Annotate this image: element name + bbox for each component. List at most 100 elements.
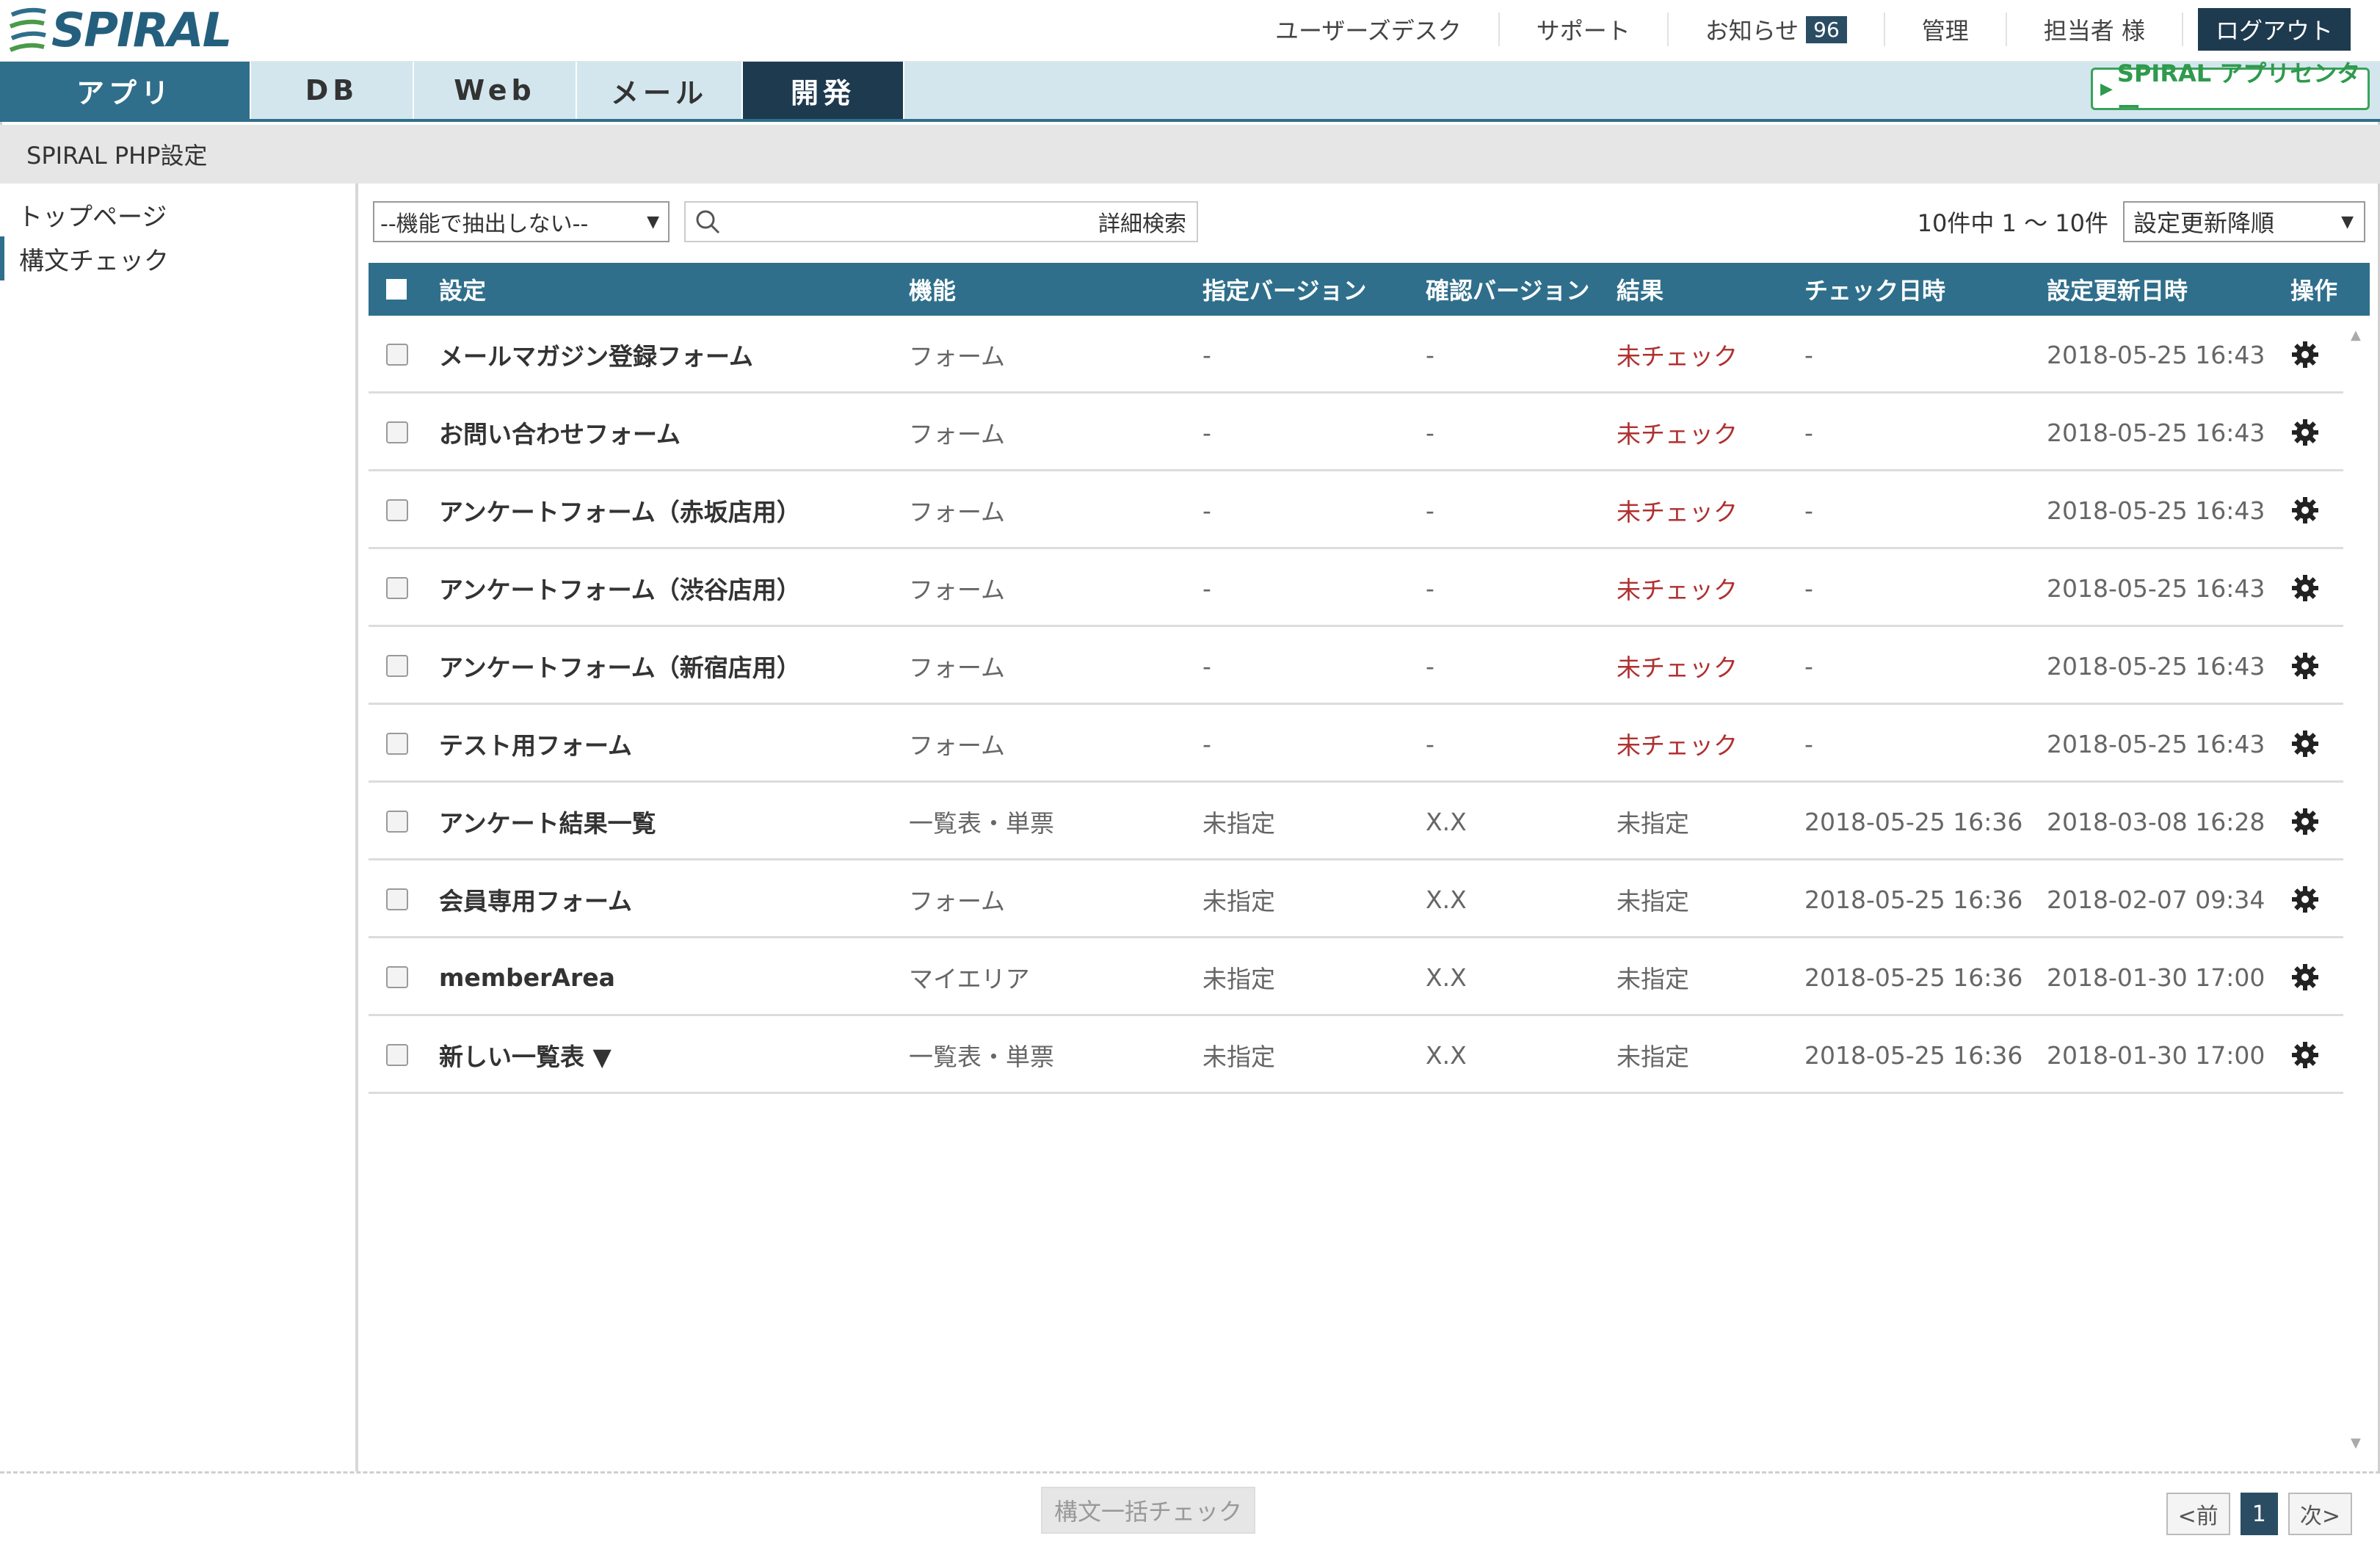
scroll-down-icon[interactable]: ▼: [2351, 1435, 2361, 1451]
function-cell: 一覧表・単票: [909, 1043, 1054, 1071]
top-nav: ユーザーズデスク サポート お知らせ 96 管理 担当者 様 ログアウト: [1238, 0, 2351, 59]
table-row[interactable]: アンケートフォーム（赤坂店用） フォーム - - 未チェック - 2018-05-25 16…: [369, 471, 2343, 549]
setting-name[interactable]: アンケートフォーム（渋谷店用）: [439, 549, 801, 627]
setting-name[interactable]: アンケートフォーム（新宿店用）: [439, 627, 801, 705]
gear-icon[interactable]: [2290, 938, 2320, 1016]
bulk-syntax-check-button[interactable]: 構文一括チェック: [1041, 1487, 1255, 1534]
app-center-button[interactable]: ▶ SPIRAL アプリセンター: [2091, 59, 2370, 121]
row-checkbox[interactable]: [386, 421, 408, 443]
gear-icon[interactable]: [2290, 549, 2320, 627]
header-result[interactable]: 結果: [1617, 263, 1664, 316]
table-row[interactable]: memberArea マイエリア 未指定 X.X 未指定 2018-05-25 16:36…: [369, 938, 2343, 1016]
row-checkbox[interactable]: [386, 655, 408, 677]
header-checked-at[interactable]: チェック日時: [1804, 263, 1945, 316]
tab-dev[interactable]: 開発: [743, 62, 904, 119]
table-row[interactable]: テスト用フォーム フォーム - - 未チェック - 2018-05-25 16:43: [369, 705, 2343, 783]
checked-at-cell: 2018-05-25 16:36: [1804, 807, 2023, 836]
setting-name[interactable]: 会員専用フォーム: [439, 860, 632, 938]
next-page-button[interactable]: 次>: [2288, 1493, 2352, 1535]
gear-icon[interactable]: [2290, 627, 2320, 705]
gear-icon[interactable]: [2290, 1016, 2320, 1094]
updated-at-cell: 2018-01-30 17:00: [2047, 1040, 2265, 1070]
top-header: SPIRAL ユーザーズデスク サポート お知らせ 96 管理 担当者 様 ログ…: [0, 0, 2380, 62]
updated-at-cell: 2018-05-25 16:43: [2047, 496, 2265, 525]
settings-table: 設定 機能 指定バージョン 確認バージョン 結果 チェック日時 設定更新日時 操…: [369, 263, 2370, 1460]
setting-name[interactable]: memberArea: [439, 938, 615, 1016]
setting-name[interactable]: アンケートフォーム（赤坂店用）: [439, 471, 801, 549]
header-specified-version[interactable]: 指定バージョン: [1202, 263, 1366, 316]
result-cell: 未チェック: [1617, 731, 1738, 760]
table-row[interactable]: 新しい一覧表 ▼ 一覧表・単票 未指定 X.X 未指定 2018-05-25 16:36 2…: [369, 1016, 2343, 1094]
header-confirmed-version[interactable]: 確認バージョン: [1426, 263, 1589, 316]
select-all-checkbox[interactable]: [386, 279, 407, 300]
checked-at-cell: -: [1804, 340, 1813, 369]
detail-search-link[interactable]: 詳細検索: [1098, 206, 1186, 238]
checked-at-cell: -: [1804, 418, 1813, 447]
setting-name[interactable]: アンケート結果一覧: [439, 783, 656, 860]
chevron-down-icon: ▼: [647, 212, 659, 231]
confirmed-version-cell: -: [1426, 496, 1434, 525]
sidebar-item-top-page[interactable]: トップページ: [0, 192, 355, 236]
prev-page-button[interactable]: <前: [2166, 1493, 2230, 1535]
result-cell: 未指定: [1617, 965, 1689, 993]
gear-icon[interactable]: [2290, 860, 2320, 938]
admin-link[interactable]: 管理: [1885, 12, 2007, 46]
header-updated-at[interactable]: 設定更新日時: [2047, 263, 2188, 316]
setting-name[interactable]: お問い合わせフォーム: [439, 394, 681, 471]
search-box[interactable]: 詳細検索: [684, 201, 1198, 242]
notifications-link[interactable]: お知らせ 96: [1669, 12, 1885, 46]
user-desk-link[interactable]: ユーザーズデスク: [1238, 12, 1500, 46]
gear-icon[interactable]: [2290, 783, 2320, 860]
support-link[interactable]: サポート: [1500, 12, 1669, 46]
result-count: 10件中 1 ～ 10件: [1917, 209, 2108, 237]
updated-at-cell: 2018-05-25 16:43: [2047, 651, 2265, 681]
notifications-label: お知らせ: [1705, 17, 1799, 45]
table-row[interactable]: お問い合わせフォーム フォーム - - 未チェック - 2018-05-25 16:43: [369, 394, 2343, 471]
table-scrollbar[interactable]: ▲ ▼: [2343, 316, 2370, 1461]
row-checkbox[interactable]: [386, 811, 408, 833]
play-arrow-icon: ▶: [2100, 79, 2113, 98]
row-checkbox[interactable]: [386, 888, 408, 910]
table-row[interactable]: メールマガジン登録フォーム フォーム - - 未チェック - 2018-05-25 16:4…: [369, 316, 2343, 394]
row-checkbox[interactable]: [386, 966, 408, 988]
table-row[interactable]: 会員専用フォーム フォーム 未指定 X.X 未指定 2018-05-25 16:36 201…: [369, 860, 2343, 938]
row-checkbox[interactable]: [386, 344, 408, 366]
scroll-up-icon[interactable]: ▲: [2351, 327, 2361, 343]
table-row[interactable]: アンケート結果一覧 一覧表・単票 未指定 X.X 未指定 2018-05-25 16:36…: [369, 783, 2343, 860]
spiral-logo[interactable]: SPIRAL: [7, 1, 232, 60]
function-filter-select[interactable]: --機能で抽出しない-- ▼: [373, 201, 670, 242]
logout-button[interactable]: ログアウト: [2197, 8, 2351, 51]
tab-db[interactable]: DB: [251, 62, 414, 119]
specified-version-cell: -: [1202, 418, 1211, 447]
search-icon: [686, 209, 730, 235]
tab-mail[interactable]: メール: [577, 62, 743, 119]
spiral-logo-icon: [9, 7, 46, 52]
sidebar-item-syntax-check[interactable]: 構文チェック: [0, 236, 355, 280]
tab-web[interactable]: Web: [414, 62, 577, 119]
table-row[interactable]: アンケートフォーム（渋谷店用） フォーム - - 未チェック - 2018-05-25 16…: [369, 549, 2343, 627]
row-checkbox[interactable]: [386, 1044, 408, 1066]
gear-icon[interactable]: [2290, 471, 2320, 549]
tab-app[interactable]: アプリ: [0, 62, 251, 119]
header-name[interactable]: 設定: [439, 263, 486, 316]
function-cell: 一覧表・単票: [909, 809, 1054, 838]
row-checkbox[interactable]: [386, 733, 408, 755]
gear-icon[interactable]: [2290, 316, 2320, 394]
gear-icon[interactable]: [2290, 394, 2320, 471]
gear-icon[interactable]: [2290, 705, 2320, 783]
setting-name[interactable]: テスト用フォーム: [439, 705, 632, 783]
pager: <前 1 次>: [2166, 1493, 2352, 1537]
setting-name[interactable]: メールマガジン登録フォーム: [439, 316, 753, 394]
row-checkbox[interactable]: [386, 577, 408, 599]
function-cell: フォーム: [909, 576, 1006, 604]
setting-name[interactable]: 新しい一覧表 ▼: [439, 1016, 612, 1094]
checked-at-cell: -: [1804, 573, 1813, 603]
main-tabbar: アプリ DB Web メール 開発 ▶ SPIRAL アプリセンター: [0, 59, 2380, 122]
sort-select[interactable]: 設定更新降順 ▼: [2123, 201, 2365, 242]
table-row[interactable]: アンケートフォーム（新宿店用） フォーム - - 未チェック - 2018-05-25 16…: [369, 627, 2343, 705]
current-page[interactable]: 1: [2240, 1493, 2278, 1535]
result-cell: 未指定: [1617, 1043, 1689, 1071]
header-function[interactable]: 機能: [909, 263, 956, 316]
app-center-label: SPIRAL アプリセンター: [2116, 59, 2361, 121]
row-checkbox[interactable]: [386, 499, 408, 521]
